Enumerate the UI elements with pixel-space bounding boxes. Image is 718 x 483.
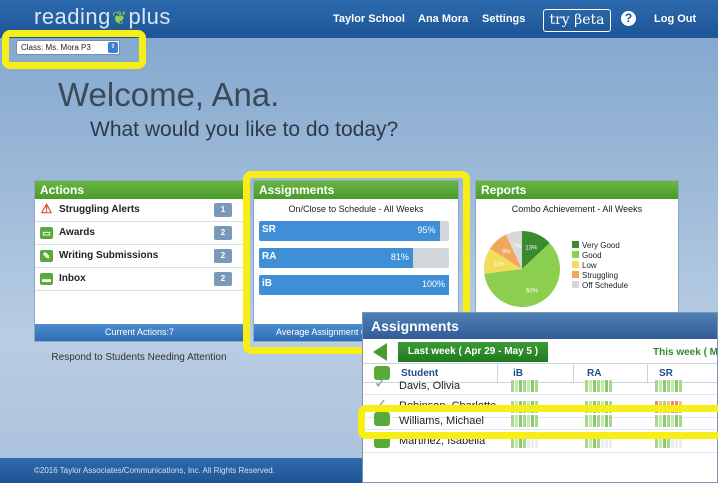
action-label: Writing Submissions [59, 250, 159, 261]
action-count-badge: 2 [214, 226, 232, 240]
column-ib[interactable]: iB [513, 368, 523, 379]
nav-school[interactable]: Taylor School [333, 13, 405, 25]
welcome-title: Welcome, Ana. [58, 76, 280, 113]
progress-ticks [655, 414, 683, 427]
chevron-updown-icon: ⇕ [108, 42, 118, 53]
leaf-icon: ❦ [111, 8, 128, 28]
logo-text: reading [34, 4, 111, 29]
tab-last-week[interactable]: Last week ( Apr 29 - May 5 ) [398, 342, 548, 362]
action-count-badge: 2 [214, 249, 232, 263]
action-struggling-alerts[interactable]: ⚠ Struggling Alerts 1 [35, 199, 244, 222]
legend-struggling: Struggling [572, 271, 618, 280]
progress-percent: 100% [421, 279, 445, 289]
progress-ticks [511, 400, 539, 413]
tab-this-week[interactable]: This week ( M [653, 347, 717, 358]
progress-ticks [655, 435, 683, 448]
legend-good: Good [572, 251, 602, 260]
warning-icon: ⚠ [40, 201, 53, 216]
respond-caption: Respond to Students Needing Attention [51, 352, 227, 363]
check-icon[interactable]: ✓ [374, 376, 390, 392]
assignments-detail-title: Assignments [363, 313, 717, 339]
table-row[interactable]: ✓ Davis, Olivia [363, 376, 717, 395]
progress-bar-ra[interactable]: RA 81% [259, 248, 449, 268]
pie-slice-label: 13% [525, 245, 538, 251]
column-sr[interactable]: SR [659, 368, 673, 379]
action-writing-submissions[interactable]: ✎ Writing Submissions 2 [35, 245, 244, 268]
nav-user[interactable]: Ana Mora [418, 13, 468, 25]
class-selector[interactable]: Class: Ms. Mora P3 ⇕ [16, 40, 120, 55]
student-name[interactable]: Davis, Olivia [399, 380, 460, 392]
pie-slice-label: 60% [526, 288, 539, 294]
class-selector-value: Class: Ms. Mora P3 [21, 43, 91, 52]
top-nav-bar: reading❦plus Taylor School Ana Mora Sett… [0, 0, 718, 38]
legend-off-schedule: Off Schedule [572, 281, 628, 290]
action-count-badge: 1 [214, 203, 232, 217]
legend-very-good: Very Good [572, 241, 620, 250]
progress-ticks [585, 414, 613, 427]
progress-ticks [511, 379, 539, 392]
column-ra[interactable]: RA [587, 368, 601, 379]
student-name[interactable]: Williams, Michael [399, 415, 484, 427]
progress-ticks [655, 400, 683, 413]
progress-ticks [585, 379, 613, 392]
chat-icon[interactable] [374, 412, 390, 426]
previous-week-arrow-icon[interactable] [373, 343, 387, 361]
progress-fill-ra: RA 81% [259, 248, 413, 268]
progress-bar-ib[interactable]: iB 100% [259, 275, 449, 295]
action-label: Awards [59, 227, 95, 238]
progress-fill-ib: iB 100% [259, 275, 449, 295]
action-label: Inbox [59, 273, 86, 284]
reports-subtitle: Combo Achievement - All Weeks [511, 204, 643, 214]
progress-ticks [655, 379, 683, 392]
column-student[interactable]: Student [401, 368, 438, 379]
student-table-body: ✓ Davis, Olivia ✓ Robinson, Charlotte Willia… [363, 376, 717, 453]
award-icon: ▭ [40, 227, 53, 239]
table-row[interactable]: Martinez, Isabella [363, 430, 717, 453]
chat-icon[interactable] [374, 434, 390, 448]
actions-panel: Actions ⚠ Struggling Alerts 1 ▭ Awards 2… [34, 180, 245, 342]
nav-settings[interactable]: Settings [482, 13, 525, 25]
chat-icon: ▬ [40, 273, 53, 285]
progress-ticks [511, 435, 539, 448]
welcome-subtitle: What would you like to do today? [90, 118, 399, 141]
pencil-icon: ✎ [40, 250, 53, 262]
reading-plus-logo[interactable]: reading❦plus [34, 4, 171, 30]
help-icon[interactable]: ? [621, 11, 636, 26]
progress-percent: 95% [417, 225, 436, 235]
table-row[interactable]: Williams, Michael [363, 412, 717, 430]
progress-ticks [585, 435, 613, 448]
progress-fill-sr: SR 95% [259, 221, 440, 241]
progress-percent: 81% [390, 252, 409, 262]
action-label: Struggling Alerts [59, 204, 140, 215]
action-awards[interactable]: ▭ Awards 2 [35, 222, 244, 245]
achievement-pie-chart[interactable]: 13% 60% 11% 9%7% [482, 229, 562, 309]
actions-panel-title: Actions [35, 181, 244, 199]
check-icon[interactable]: ✓ [374, 398, 390, 414]
assignments-panel-title: Assignments [254, 181, 458, 199]
assignments-subtitle: On/Close to Schedule - All Weeks [288, 204, 424, 214]
logo-text-plus: plus [128, 4, 171, 29]
student-name[interactable]: Robinson, Charlotte [399, 400, 496, 412]
progress-bar-sr[interactable]: SR 95% [259, 221, 449, 241]
legend-low: Low [572, 261, 597, 270]
ib-icon: iB [262, 278, 272, 289]
pie-slice-label: 11% [493, 262, 505, 268]
action-count-badge: 2 [214, 272, 232, 286]
logout-link[interactable]: Log Out [654, 13, 696, 25]
current-actions-footer[interactable]: Current Actions:7 [35, 324, 244, 341]
progress-ticks [585, 400, 613, 413]
ra-icon: RA [262, 251, 277, 262]
pie-slice-label: 7% [513, 244, 522, 250]
week-navigation: Last week ( Apr 29 - May 5 ) This week (… [363, 339, 717, 363]
pie-slice-label: 9% [502, 249, 511, 255]
action-inbox[interactable]: ▬ Inbox 2 [35, 268, 244, 291]
reports-panel-title: Reports [476, 181, 678, 199]
assignments-detail-window: Assignments Last week ( Apr 29 - May 5 )… [362, 312, 718, 483]
student-name[interactable]: Martinez, Isabella [399, 435, 485, 447]
progress-ticks [511, 414, 539, 427]
try-beta-button[interactable]: try βeta [543, 9, 611, 32]
sr-icon: SR [262, 224, 276, 235]
